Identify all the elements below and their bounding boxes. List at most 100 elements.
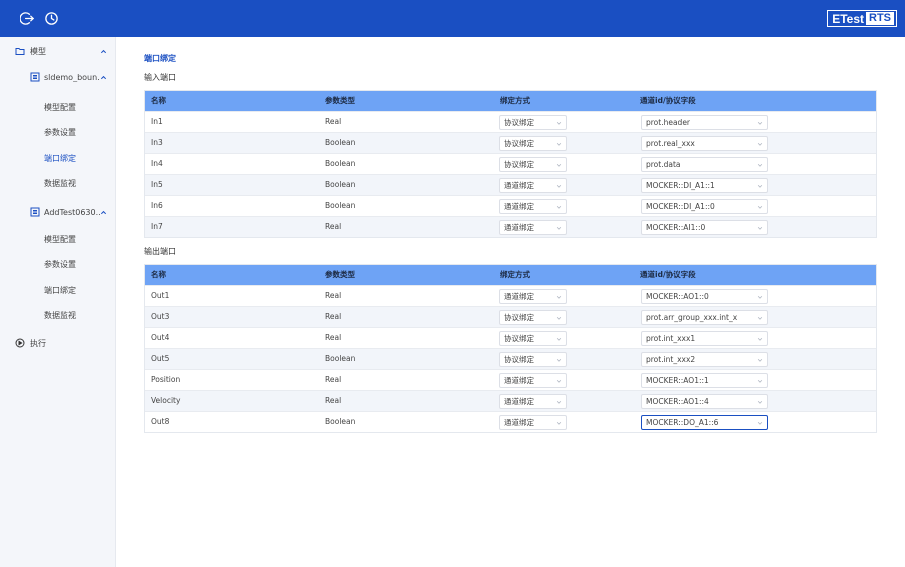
chevron-down-icon	[556, 420, 562, 426]
bind-mode-value: 通道绑定	[504, 418, 534, 427]
sidebar-item-label: 模型配置	[44, 234, 76, 244]
channel-value: MOCKER::AO1::1	[646, 376, 709, 385]
bind-mode-select[interactable]: 通道绑定	[499, 289, 567, 304]
sidebar-item-model-config[interactable]: 模型配置	[0, 99, 116, 115]
input-section-title: 输入端口	[144, 73, 176, 82]
sidebar-item-data-monitor[interactable]: 数据监视	[0, 307, 116, 323]
channel-select[interactable]: prot.real_xxx	[641, 136, 768, 151]
bind-mode-select[interactable]: 协议绑定	[499, 157, 567, 172]
table-row: Velocity Real 通道绑定 MOCKER::AO1::4	[145, 390, 876, 411]
logo-badge: RTS	[866, 12, 894, 25]
param-type: Real	[325, 333, 342, 342]
bind-mode-select[interactable]: 协议绑定	[499, 115, 567, 130]
sidebar-item-param-settings[interactable]: 参数设置	[0, 256, 116, 272]
chevron-down-icon	[556, 141, 562, 147]
bind-mode-select[interactable]: 协议绑定	[499, 136, 567, 151]
channel-value: MOCKER::AO1::4	[646, 397, 709, 406]
channel-select[interactable]: prot.int_xxx2	[641, 352, 768, 367]
table-row: In4 Boolean 协议绑定 prot.data	[145, 153, 876, 174]
chevron-down-icon	[757, 141, 763, 147]
sidebar-item-port-binding[interactable]: 端口绑定	[0, 282, 116, 298]
channel-select[interactable]: prot.header	[641, 115, 768, 130]
port-name: In4	[151, 159, 163, 168]
port-name: In5	[151, 180, 163, 189]
param-type: Real	[325, 396, 342, 405]
bind-mode-value: 通道绑定	[504, 397, 534, 406]
bind-mode-value: 协议绑定	[504, 118, 534, 127]
chevron-down-icon	[757, 420, 763, 426]
bind-mode-select[interactable]: 协议绑定	[499, 310, 567, 325]
sidebar-item-models[interactable]: 模型	[0, 43, 116, 59]
bind-mode-select[interactable]: 协议绑定	[499, 331, 567, 346]
param-type: Real	[325, 117, 342, 126]
main-content: 端口绑定 输入端口 名称 参数类型 绑定方式 通道id/协议字段 In1 Real…	[116, 37, 905, 567]
sidebar-item-model-config[interactable]: 模型配置	[0, 231, 116, 247]
bind-mode-select[interactable]: 通道绑定	[499, 178, 567, 193]
column-header-type: 参数类型	[325, 270, 355, 279]
column-header-bind: 绑定方式	[500, 270, 530, 279]
chevron-up-icon[interactable]	[100, 48, 107, 55]
sidebar-item-model-addtest[interactable]: AddTest0630...	[0, 204, 116, 220]
chevron-up-icon[interactable]	[100, 74, 107, 81]
param-type: Real	[325, 291, 342, 300]
param-type: Boolean	[325, 354, 356, 363]
channel-select[interactable]: prot.int_xxx1	[641, 331, 768, 346]
bind-mode-select[interactable]: 通道绑定	[499, 199, 567, 214]
column-header-bind: 绑定方式	[500, 96, 530, 105]
table-header: 名称 参数类型 绑定方式 通道id/协议字段	[145, 265, 876, 285]
bind-mode-select[interactable]: 通道绑定	[499, 373, 567, 388]
sidebar-item-data-monitor[interactable]: 数据监视	[0, 175, 116, 191]
channel-select[interactable]: MOCKER::AO1::0	[641, 289, 768, 304]
sidebar-item-label: 数据监视	[44, 310, 76, 320]
channel-select[interactable]: prot.data	[641, 157, 768, 172]
sidebar-item-param-settings[interactable]: 参数设置	[0, 124, 116, 140]
port-name: Velocity	[151, 396, 181, 405]
table-row: In7 Real 通道绑定 MOCKER::AI1::0	[145, 216, 876, 237]
port-name: In7	[151, 222, 163, 231]
table-row: Out4 Real 协议绑定 prot.int_xxx1	[145, 327, 876, 348]
port-name: In1	[151, 117, 163, 126]
param-type: Boolean	[325, 138, 356, 147]
channel-select[interactable]: MOCKER::DI_A1::0	[641, 199, 768, 214]
table-row: Position Real 通道绑定 MOCKER::AO1::1	[145, 369, 876, 390]
chevron-down-icon	[757, 162, 763, 168]
bind-mode-select[interactable]: 通道绑定	[499, 394, 567, 409]
channel-value: MOCKER::AI1::0	[646, 223, 706, 232]
output-ports-table: 名称 参数类型 绑定方式 通道id/协议字段 Out1 Real 通道绑定 MOCKE…	[144, 264, 877, 433]
channel-value: MOCKER::AO1::0	[646, 292, 709, 301]
chevron-down-icon	[757, 315, 763, 321]
sidebar-item-model-sldemo[interactable]: sldemo_boun...	[0, 69, 116, 85]
channel-select[interactable]: prot.arr_group_xxx.int_x	[641, 310, 768, 325]
app-logo: ETest RTS	[827, 10, 897, 27]
channel-select[interactable]: MOCKER::AI1::0	[641, 220, 768, 235]
channel-select[interactable]: MOCKER::AO1::4	[641, 394, 768, 409]
channel-select[interactable]: MOCKER::AO1::1	[641, 373, 768, 388]
bind-mode-select[interactable]: 通道绑定	[499, 415, 567, 430]
model-icon	[30, 72, 40, 82]
port-name: In6	[151, 201, 163, 210]
column-header-channel: 通道id/协议字段	[640, 270, 696, 279]
sidebar-item-label: 执行	[30, 338, 46, 348]
table-row: In5 Boolean 通道绑定 MOCKER::DI_A1::1	[145, 174, 876, 195]
bind-mode-value: 协议绑定	[504, 334, 534, 343]
port-name: Out1	[151, 291, 170, 300]
chevron-down-icon	[556, 294, 562, 300]
bind-mode-select[interactable]: 通道绑定	[499, 220, 567, 235]
chevron-up-icon[interactable]	[100, 209, 107, 216]
logout-icon[interactable]	[20, 11, 35, 26]
chevron-down-icon	[757, 357, 763, 363]
sidebar-item-port-binding[interactable]: 端口绑定	[0, 150, 116, 166]
history-clock-icon[interactable]	[44, 11, 59, 26]
top-bar: ETest RTS	[0, 0, 905, 37]
logo-text: ETest	[832, 11, 864, 26]
sidebar-item-execute[interactable]: 执行	[0, 335, 116, 351]
channel-select[interactable]: MOCKER::DI_A1::1	[641, 178, 768, 193]
channel-value: MOCKER::DI_A1::0	[646, 202, 715, 211]
bind-mode-value: 协议绑定	[504, 313, 534, 322]
channel-value: prot.int_xxx2	[646, 355, 696, 364]
channel-value: MOCKER::DI_A1::1	[646, 181, 715, 190]
bind-mode-select[interactable]: 协议绑定	[499, 352, 567, 367]
sidebar-item-label: 端口绑定	[44, 285, 76, 295]
channel-select[interactable]: MOCKER::DO_A1::6	[641, 415, 768, 430]
param-type: Real	[325, 312, 342, 321]
